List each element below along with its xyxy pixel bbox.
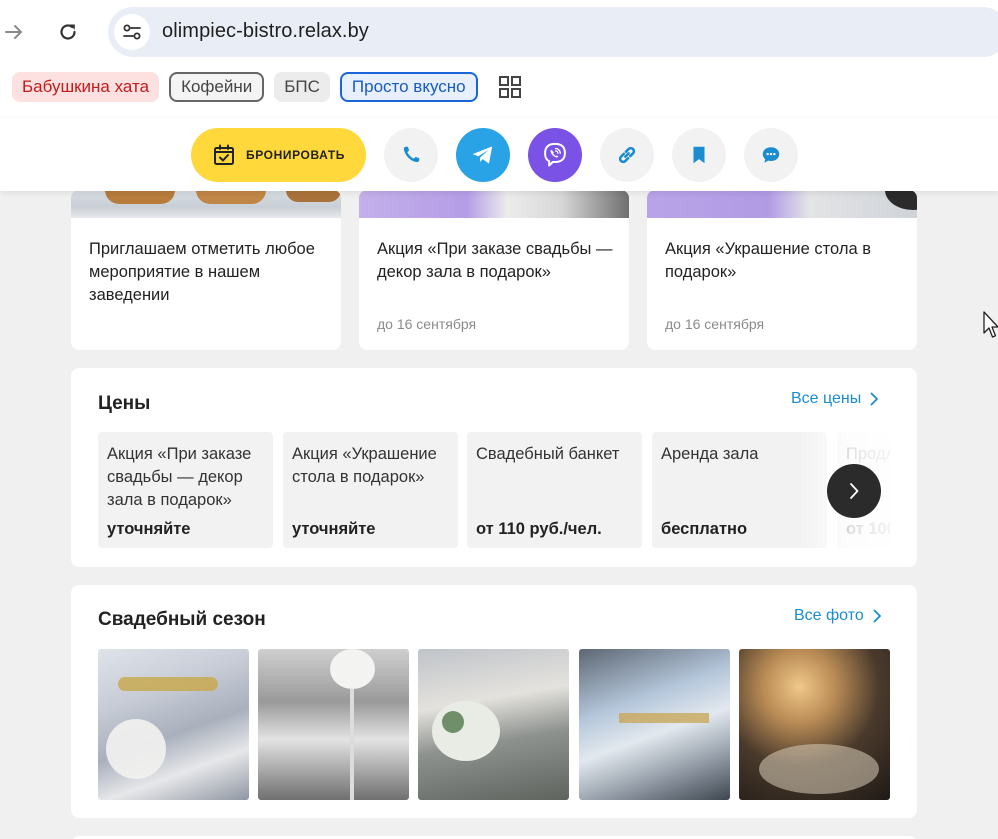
promo-image [71,190,341,218]
price-value: уточняйте [292,520,376,538]
price-name: Свадебный банкет [476,445,620,463]
bookmark-button[interactable] [672,128,726,182]
gallery-title: Свадебный сезон [98,609,266,630]
viber-button[interactable] [528,128,582,182]
price-value: бесплатно [661,520,748,538]
promo-date: до 16 сентября [377,316,477,332]
price-tile[interactable]: Акция «При заказе свадьбы — декор зала в… [98,432,273,548]
chat-icon [762,147,780,163]
promo-title: Акция «Украшение стола в подарок» [665,240,871,281]
promo-title: Приглашаем отметить любое мероприятие в … [89,240,315,304]
phone-icon [403,146,420,163]
price-value: от 100 [846,520,890,538]
price-tile[interactable]: Свадебный банкет от 110 руб./чел. [467,432,642,548]
browser-chrome: olimpiec-bistro.relax.by Бабушкина хата … [0,0,998,118]
price-name: Акция «Украшение стола в подарок» [292,445,437,486]
chevron-right-icon [873,609,881,623]
chevron-right-icon [850,483,859,499]
viber-icon [544,142,566,167]
bookmark-icon [693,146,705,164]
prices-title: Цены [98,393,151,414]
price-name: Аренда зала [661,445,759,463]
promo-card-2[interactable]: Акция «При заказе свадьбы — декор зала в… [359,190,629,350]
gallery-photo[interactable] [98,649,249,800]
reload-button[interactable] [50,14,86,50]
url-text[interactable]: olimpiec-bistro.relax.by [162,20,369,43]
carousel-next-button[interactable] [827,464,881,518]
phone-button[interactable] [384,128,438,182]
promo-card-1[interactable]: Приглашаем отметить любое мероприятие в … [71,190,341,350]
book-button-label: БРОНИРОВАТЬ [246,148,345,162]
calendar-check-icon [214,144,235,165]
book-button[interactable]: БРОНИРОВАТЬ [191,128,366,182]
apps-grid-icon[interactable] [498,75,522,99]
prices-section: Цены Все цены Акция «При заказе свадьбы … [71,368,917,567]
price-name: Акция «При заказе свадьбы — декор зала в… [107,445,252,509]
promo-title: Акция «При заказе свадьбы — декор зала в… [377,240,613,281]
arrow-right-icon [5,25,22,39]
bookmarks-bar: Бабушкина хата Кофейни БПС Просто вкусно [12,72,522,102]
address-bar[interactable]: olimpiec-bistro.relax.by [108,7,998,57]
chat-button[interactable] [744,128,798,182]
telegram-icon [472,146,493,164]
price-value: уточняйте [107,520,191,538]
action-bar: БРОНИРОВАТЬ [0,118,998,191]
price-tile[interactable]: Аренда зала бесплатно [652,432,827,548]
bookmark-prosto-vkusno[interactable]: Просто вкусно [339,72,478,102]
bookmark-bps[interactable]: БПС [274,72,330,102]
mouse-cursor-icon [983,311,998,338]
telegram-button[interactable] [456,128,510,182]
link-icon [618,146,636,164]
tune-icon [123,24,141,40]
price-tile[interactable]: Акция «Украшение стола в подарок» уточня… [283,432,458,548]
all-prices-label: Все цены [791,390,862,407]
gallery-photo[interactable] [258,649,409,800]
all-prices-link[interactable]: Все цены [791,390,879,408]
bookmark-babushkina-hata[interactable]: Бабушкина хата [12,72,160,102]
promo-date: до 16 сентября [665,316,765,332]
promo-image [359,190,629,218]
price-value: от 110 руб./чел. [476,520,602,538]
link-button[interactable] [600,128,654,182]
gallery-section: Свадебный сезон Все фото [71,585,917,818]
site-info-button[interactable] [114,14,150,50]
bookmark-kofeini[interactable]: Кофейни [169,72,265,102]
gallery-photo[interactable] [418,649,569,800]
chevron-right-icon [870,392,879,406]
promo-image [647,190,917,218]
promo-card-3[interactable]: Акция «Украшение стола в подарок» до 16 … [647,190,917,350]
reload-icon [60,24,76,40]
forward-button[interactable] [0,14,32,50]
all-photos-link[interactable]: Все фото [794,607,882,625]
gallery-photo[interactable] [739,649,890,800]
price-name: Продл [846,445,890,463]
gallery-photo[interactable] [579,649,730,800]
all-photos-label: Все фото [794,607,864,624]
